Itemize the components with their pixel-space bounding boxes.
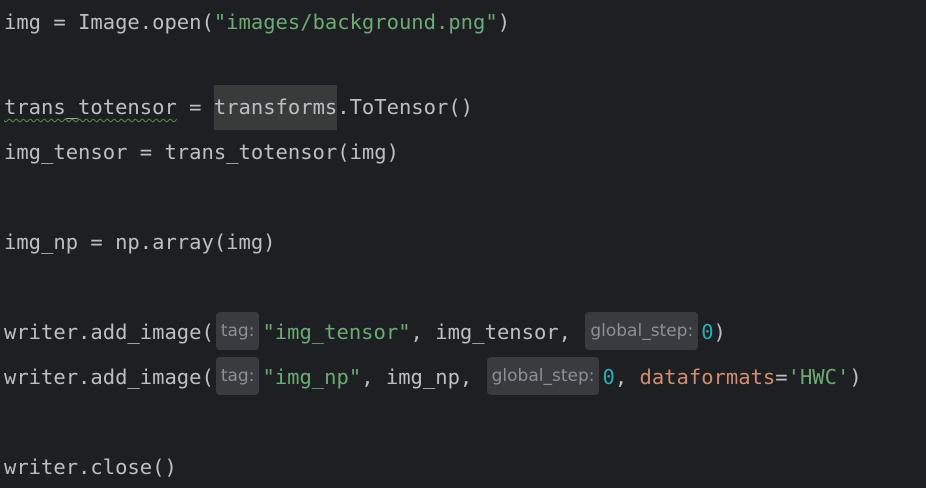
tag-string: "img_tensor" xyxy=(262,320,411,344)
code-line-2[interactable]: trans_totensor = transforms.ToTensor() xyxy=(4,85,473,130)
highlighted-identifier-transforms: transforms xyxy=(213,85,338,130)
image-open-call: Image.open( xyxy=(78,10,214,34)
step-number: 0 xyxy=(701,320,714,344)
assign-op: = xyxy=(176,95,214,119)
close-paren: ) xyxy=(849,365,862,389)
add-image-call: writer.add_image( xyxy=(4,365,214,389)
step-number: 0 xyxy=(602,365,615,389)
code-line-4[interactable]: img_np = np.array(img) xyxy=(4,220,276,265)
code-line-3[interactable]: img_tensor = trans_totensor(img) xyxy=(4,130,399,175)
close-paren: ) xyxy=(713,320,726,344)
variable-trans-totensor: trans_totensor xyxy=(4,95,177,119)
code-line-7[interactable]: writer.close() xyxy=(4,445,177,488)
variable-img: img xyxy=(4,10,42,34)
inlay-hint-tag: tag: xyxy=(215,312,260,350)
code-editor[interactable]: img = Image.open("images/background.png"… xyxy=(0,0,926,488)
inlay-hint-tag: tag: xyxy=(215,357,260,395)
img-tensor-assignment: img_tensor = trans_totensor(img) xyxy=(4,140,399,164)
code-line-5[interactable]: writer.add_image(tag: "img_tensor", img_t… xyxy=(4,310,726,355)
assign-op: = xyxy=(41,10,79,34)
args-text: , img_np, xyxy=(361,365,485,389)
hwc-string: 'HWC' xyxy=(787,365,850,389)
inlay-hint-global-step: global_step: xyxy=(585,312,699,350)
args-text: , img_tensor, xyxy=(410,320,584,344)
code-line-6[interactable]: writer.add_image(tag: "img_np", img_np, g… xyxy=(4,355,862,400)
img-np-assignment: img_np = np.array(img) xyxy=(4,230,276,254)
inlay-hint-global-step: global_step: xyxy=(486,357,600,395)
add-image-call: writer.add_image( xyxy=(4,320,214,344)
path-string: "images/background.png" xyxy=(213,10,498,34)
kwarg-dataformats: dataformats xyxy=(639,365,776,389)
close-paren: ) xyxy=(497,10,511,34)
code-line-1[interactable]: img = Image.open("images/background.png"… xyxy=(4,0,510,45)
writer-close-call: writer.close() xyxy=(4,455,177,479)
separator: , xyxy=(614,365,640,389)
totensor-call: .ToTensor() xyxy=(337,95,474,119)
equals: = xyxy=(775,365,788,389)
tag-string: "img_np" xyxy=(262,365,362,389)
